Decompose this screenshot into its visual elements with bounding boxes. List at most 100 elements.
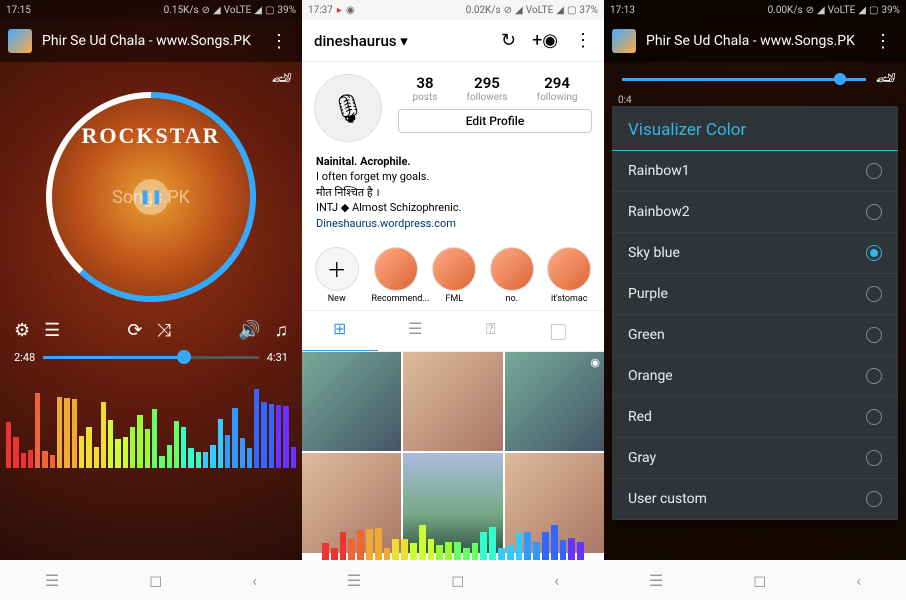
add-user-icon[interactable]: +◉ (532, 30, 558, 51)
edit-profile-button[interactable]: Edit Profile (398, 109, 592, 133)
battery-pct: 39% (881, 5, 900, 16)
signal-icon: ◢ (817, 5, 825, 16)
pause-button[interactable]: ❚❚ (133, 179, 169, 215)
history-icon[interactable]: ↻ (501, 30, 516, 51)
tab-saved[interactable]: ⃞ (529, 311, 605, 351)
nav-recent-icon[interactable]: ☰ (347, 571, 361, 590)
signal-icon: ◢ (254, 5, 262, 16)
color-option[interactable]: Sky blue (612, 233, 898, 274)
album-title: ROCKSTAR (81, 123, 220, 149)
lyrics-icon[interactable]: ♫ (274, 320, 288, 341)
radio-icon (866, 409, 882, 425)
repeat-icon[interactable]: ⟳ (127, 320, 142, 341)
wifi-icon: ⊘ (806, 5, 814, 16)
nav-back-icon[interactable]: ‹ (252, 571, 257, 590)
status-bar: 17:37 ▸ ◉ 0.02K/s ⊘ ◢ VoLTE ◢ ▢ 37% (302, 0, 604, 20)
song-title: Phir Se Ud Chala - www.Songs.PK (646, 33, 868, 49)
nav-back-icon[interactable]: ‹ (856, 571, 861, 590)
radio-icon (866, 204, 882, 220)
time-current: 2:48 (14, 351, 35, 364)
tab-list[interactable]: ☰ (378, 311, 454, 351)
color-option[interactable]: Gray (612, 438, 898, 479)
album-art-ring[interactable]: ROCKSTAR Songs.PK ❚❚ (46, 92, 256, 302)
player-header: Phir Se Ud Chala - www.Songs.PK ⋮ (0, 20, 302, 62)
chevron-down-icon: ▾ (400, 32, 408, 50)
battery-icon: ▢ (265, 5, 274, 16)
radio-icon (866, 163, 882, 179)
radio-icon (866, 491, 882, 507)
signal-icon: ◢ (556, 5, 564, 16)
radio-icon (866, 245, 882, 261)
notif-icon: ◉ (346, 5, 355, 16)
status-bar: 17:15 0.15K/s ⊘ ◢ VoLTE ◢ ▢ 39% (0, 0, 302, 20)
shuffle-icon[interactable]: ⤨ (157, 320, 171, 341)
radio-icon (866, 327, 882, 343)
color-option[interactable]: Rainbow2 (612, 192, 898, 233)
tab-grid[interactable]: ⊞ (302, 311, 378, 351)
stat-posts[interactable]: 38posts (413, 74, 438, 103)
nav-bar: ☰ ◻ ‹ (0, 560, 302, 600)
story-highlight[interactable]: Recommend... (372, 247, 420, 304)
username-dropdown[interactable]: dineshaurus ▾ (314, 32, 408, 50)
visualizer-color-dialog: Visualizer Color Rainbow1Rainbow2Sky blu… (612, 106, 898, 520)
status-bar: 17:13 0.00K/s ⊘ ◢ VoLTE ◢ ▢ 39% (604, 0, 906, 20)
radio-icon (866, 368, 882, 384)
volte-icon: VoLTE (526, 5, 554, 16)
overflow-menu-icon[interactable]: ⋮ (574, 30, 592, 51)
tab-tagged[interactable]: ⍰ (453, 311, 529, 351)
nav-home-icon[interactable]: ◻ (753, 571, 766, 590)
battery-icon: ▢ (567, 5, 576, 16)
bio-link[interactable]: Dineshaurus.wordpress.com (316, 216, 590, 231)
color-option[interactable]: User custom (612, 479, 898, 520)
status-net: 0.02K/s (466, 5, 501, 16)
story-highlight[interactable]: ＋New (314, 247, 360, 304)
photo-cell[interactable] (403, 352, 502, 451)
color-option[interactable]: Green (612, 315, 898, 356)
signal-icon: ◢ (515, 5, 523, 16)
stat-followers[interactable]: 295followers (466, 74, 507, 103)
nav-home-icon[interactable]: ◻ (451, 571, 464, 590)
photo-cell[interactable] (302, 352, 401, 451)
nav-recent-icon[interactable]: ☰ (649, 571, 663, 590)
album-art: ROCKSTAR Songs.PK ❚❚ (52, 98, 250, 296)
seek-slider[interactable] (43, 356, 259, 359)
volte-icon: VoLTE (224, 5, 252, 16)
visualizer-overlay (302, 530, 604, 560)
story-highlight[interactable]: FML (432, 247, 478, 304)
color-option[interactable]: Red (612, 397, 898, 438)
playlist-icon[interactable]: ☰ (44, 320, 60, 341)
signal-icon: ◢ (213, 5, 221, 16)
story-highlight[interactable]: no. (489, 247, 535, 304)
nav-back-icon[interactable]: ‹ (554, 571, 559, 590)
stat-following[interactable]: 294following (537, 74, 578, 103)
photo-grid: ◉ (302, 352, 604, 553)
time-total: 4:31 (267, 351, 288, 364)
app-logo-icon[interactable] (612, 29, 636, 53)
story-highlight[interactable]: it'stomac (547, 247, 593, 304)
signal-icon: ◢ (858, 5, 866, 16)
nav-bar: ☰ ◻ ‹ (302, 560, 604, 600)
overflow-menu-icon[interactable]: ⋮ (868, 31, 898, 52)
car-mode-icon[interactable]: 🏎 (272, 68, 292, 87)
overflow-menu-icon[interactable]: ⋮ (264, 31, 294, 52)
status-net: 0.15K/s (164, 5, 199, 16)
app-logo-icon[interactable] (8, 29, 32, 53)
color-option[interactable]: Purple (612, 274, 898, 315)
nav-recent-icon[interactable]: ☰ (45, 571, 59, 590)
video-icon: ◉ (590, 356, 600, 369)
seek-thumb[interactable] (177, 350, 191, 364)
settings-icon[interactable]: ⚙ (14, 320, 30, 341)
story-highlights: ＋New Recommend... FMLno. it'stomac (302, 241, 604, 310)
audio-visualizer (0, 378, 302, 468)
color-option[interactable]: Orange (612, 356, 898, 397)
car-mode-icon[interactable]: 🏎 (876, 68, 896, 87)
battery-icon: ▢ (869, 5, 878, 16)
nav-home-icon[interactable]: ◻ (149, 571, 162, 590)
player-header: Phir Se Ud Chala - www.Songs.PK ⋮ (604, 20, 906, 62)
volte-icon: VoLTE (828, 5, 856, 16)
visualizer-slider[interactable] (622, 78, 866, 81)
profile-avatar[interactable]: 🎙 (314, 74, 382, 142)
wifi-icon: ⊘ (202, 5, 210, 16)
color-option[interactable]: Rainbow1 (612, 151, 898, 192)
volume-icon[interactable]: 🔊 (238, 320, 260, 341)
